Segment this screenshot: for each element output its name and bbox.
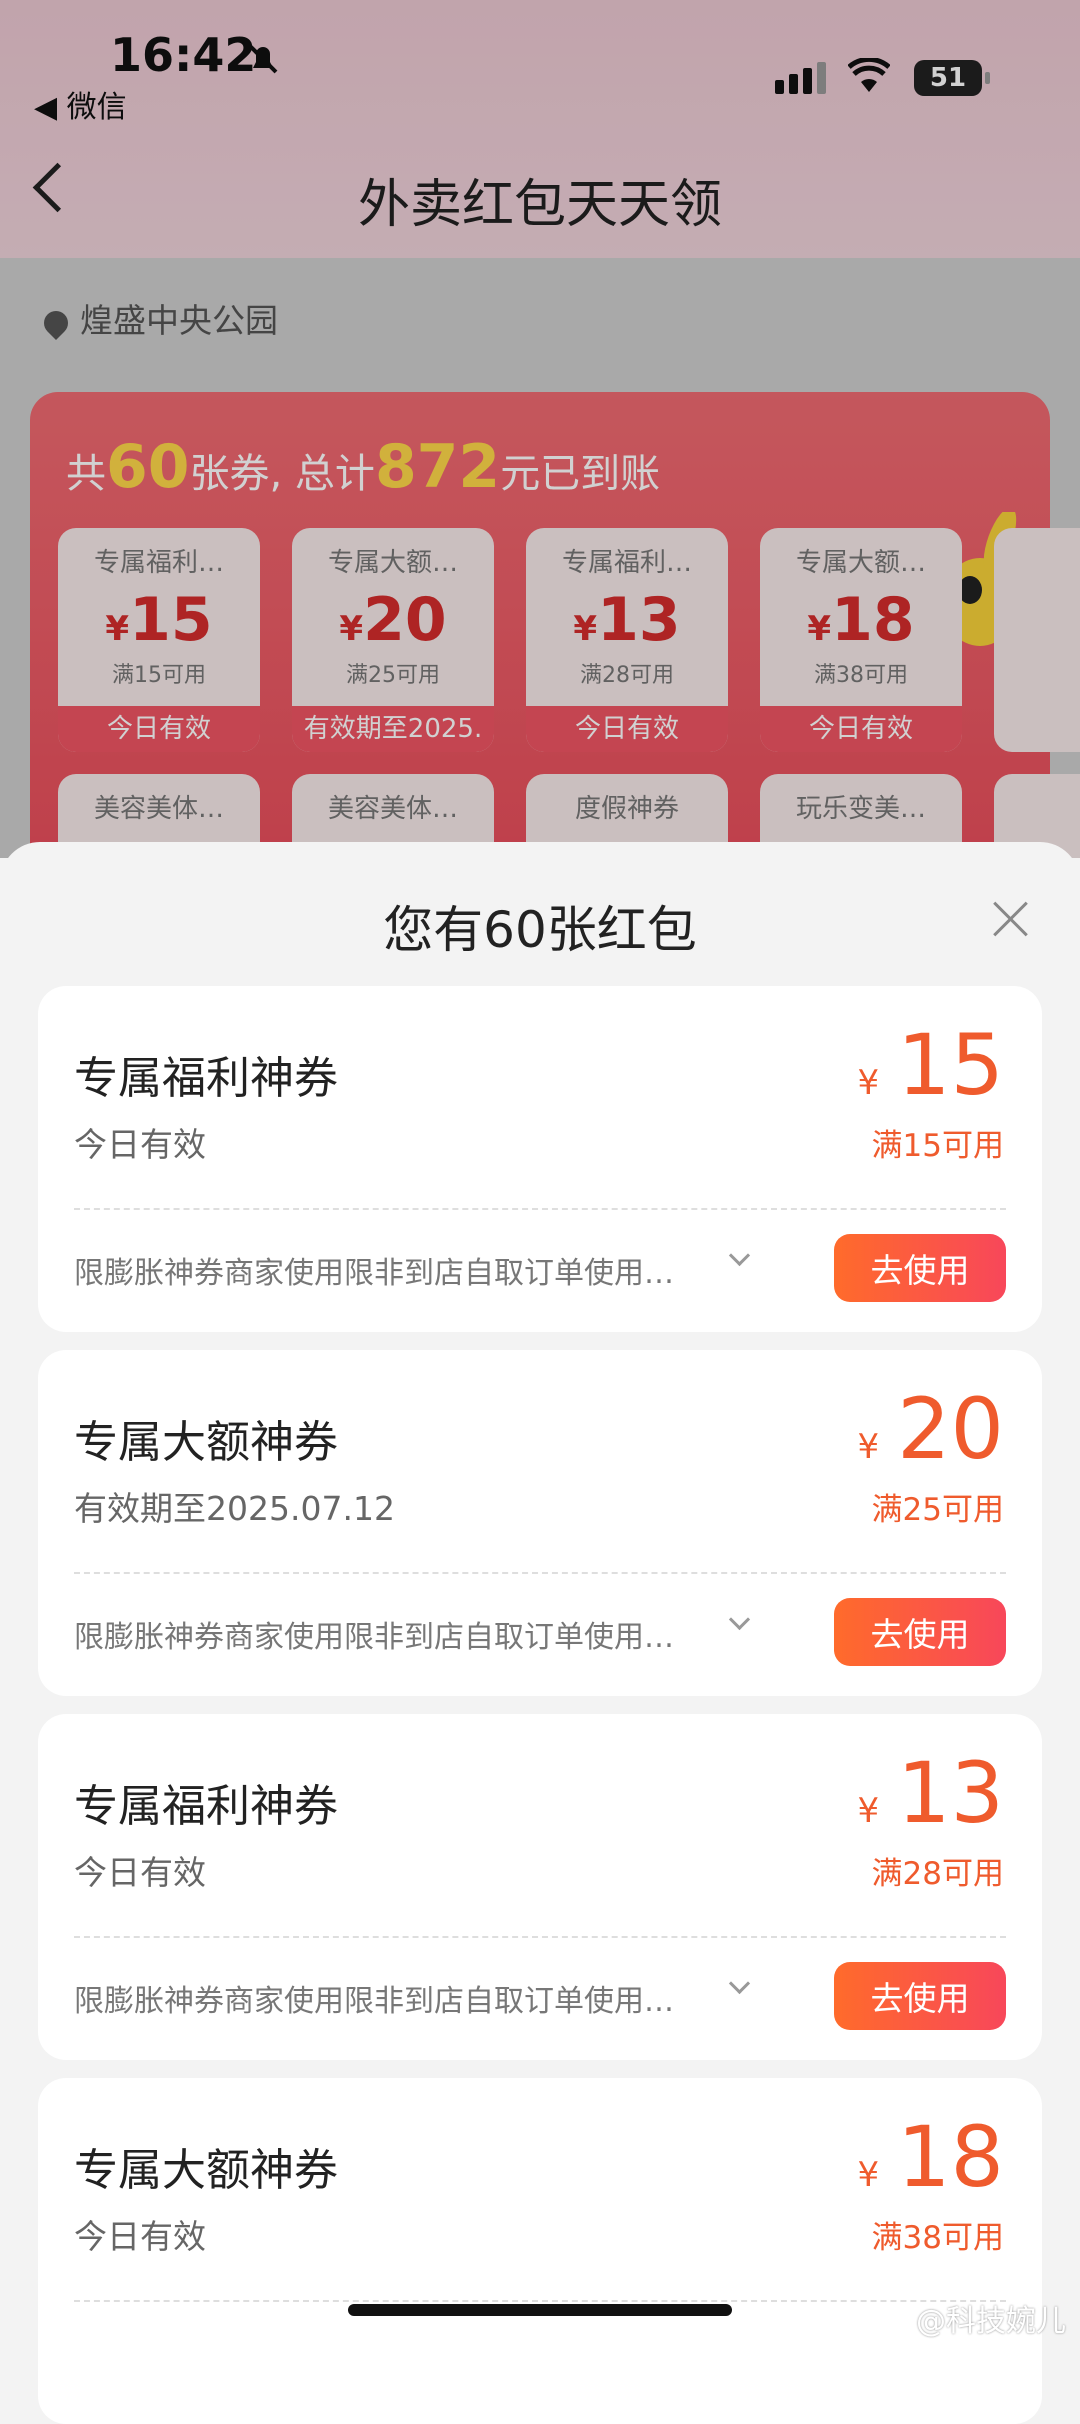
chevron-down-icon[interactable] [728,1608,751,1631]
divider [74,1936,1006,1938]
chevron-down-icon[interactable] [728,1244,751,1267]
coupon-condition: 满25可用 [871,1492,1004,1528]
chevron-down-icon[interactable] [728,1972,751,1995]
watermark: @科技婉儿 [916,2304,1066,2339]
close-icon[interactable] [990,898,1030,938]
divider [74,2300,1006,2302]
use-button[interactable]: 去使用 [834,1234,1006,1302]
coupon-name: 专属大额神券 [74,1417,338,1468]
divider [74,1208,1006,1210]
coupon-name: 专属大额神券 [74,2145,338,2196]
coupon-card: 专属福利神券 今日有效 ¥15 满15可用 限膨胀神券商家使用限非到店自取订单使… [38,986,1042,1332]
divider [74,1572,1006,1574]
coupon-card: 专属福利神券 今日有效 ¥13 满28可用 限膨胀神券商家使用限非到店自取订单使… [38,1714,1042,2060]
use-button[interactable]: 去使用 [834,1962,1006,2030]
coupon-validity: 今日有效 [74,1125,206,1164]
coupon-amount: ¥20 [857,1380,1004,1478]
sheet-title: 您有60张红包 [383,901,697,959]
use-button[interactable]: 去使用 [834,1598,1006,1666]
coupon-card: 专属大额神券 有效期至2025.07.12 ¥20 满25可用 限膨胀神券商家使… [38,1350,1042,1696]
coupon-validity: 有效期至2025.07.12 [74,1489,395,1528]
dim-overlay[interactable] [0,0,1080,858]
coupon-rule[interactable]: 限膨胀神券商家使用限非到店自取订单使用… [74,1612,674,1656]
coupon-rule[interactable]: 限膨胀神券商家使用限非到店自取订单使用… [74,1976,674,2020]
coupon-amount: ¥15 [857,1016,1004,1114]
home-indicator[interactable] [348,2304,732,2316]
coupon-condition: 满38可用 [871,2220,1004,2256]
coupon-validity: 今日有效 [74,1853,206,1892]
coupon-sheet: 您有60张红包 专属福利神券 今日有效 ¥15 满15可用 限膨胀神券商家使用限… [0,842,1080,2424]
coupon-name: 专属福利神券 [74,1781,338,1832]
coupon-amount: ¥13 [857,1744,1004,1842]
coupon-rule[interactable]: 限膨胀神券商家使用限非到店自取订单使用… [74,1248,674,1292]
coupon-name: 专属福利神券 [74,1053,338,1104]
coupon-card: 专属大额神券 今日有效 ¥18 满38可用 [38,2078,1042,2424]
coupon-condition: 满15可用 [871,1128,1004,1164]
coupon-condition: 满28可用 [871,1856,1004,1892]
coupon-amount: ¥18 [857,2108,1004,2206]
coupon-validity: 今日有效 [74,2217,206,2256]
